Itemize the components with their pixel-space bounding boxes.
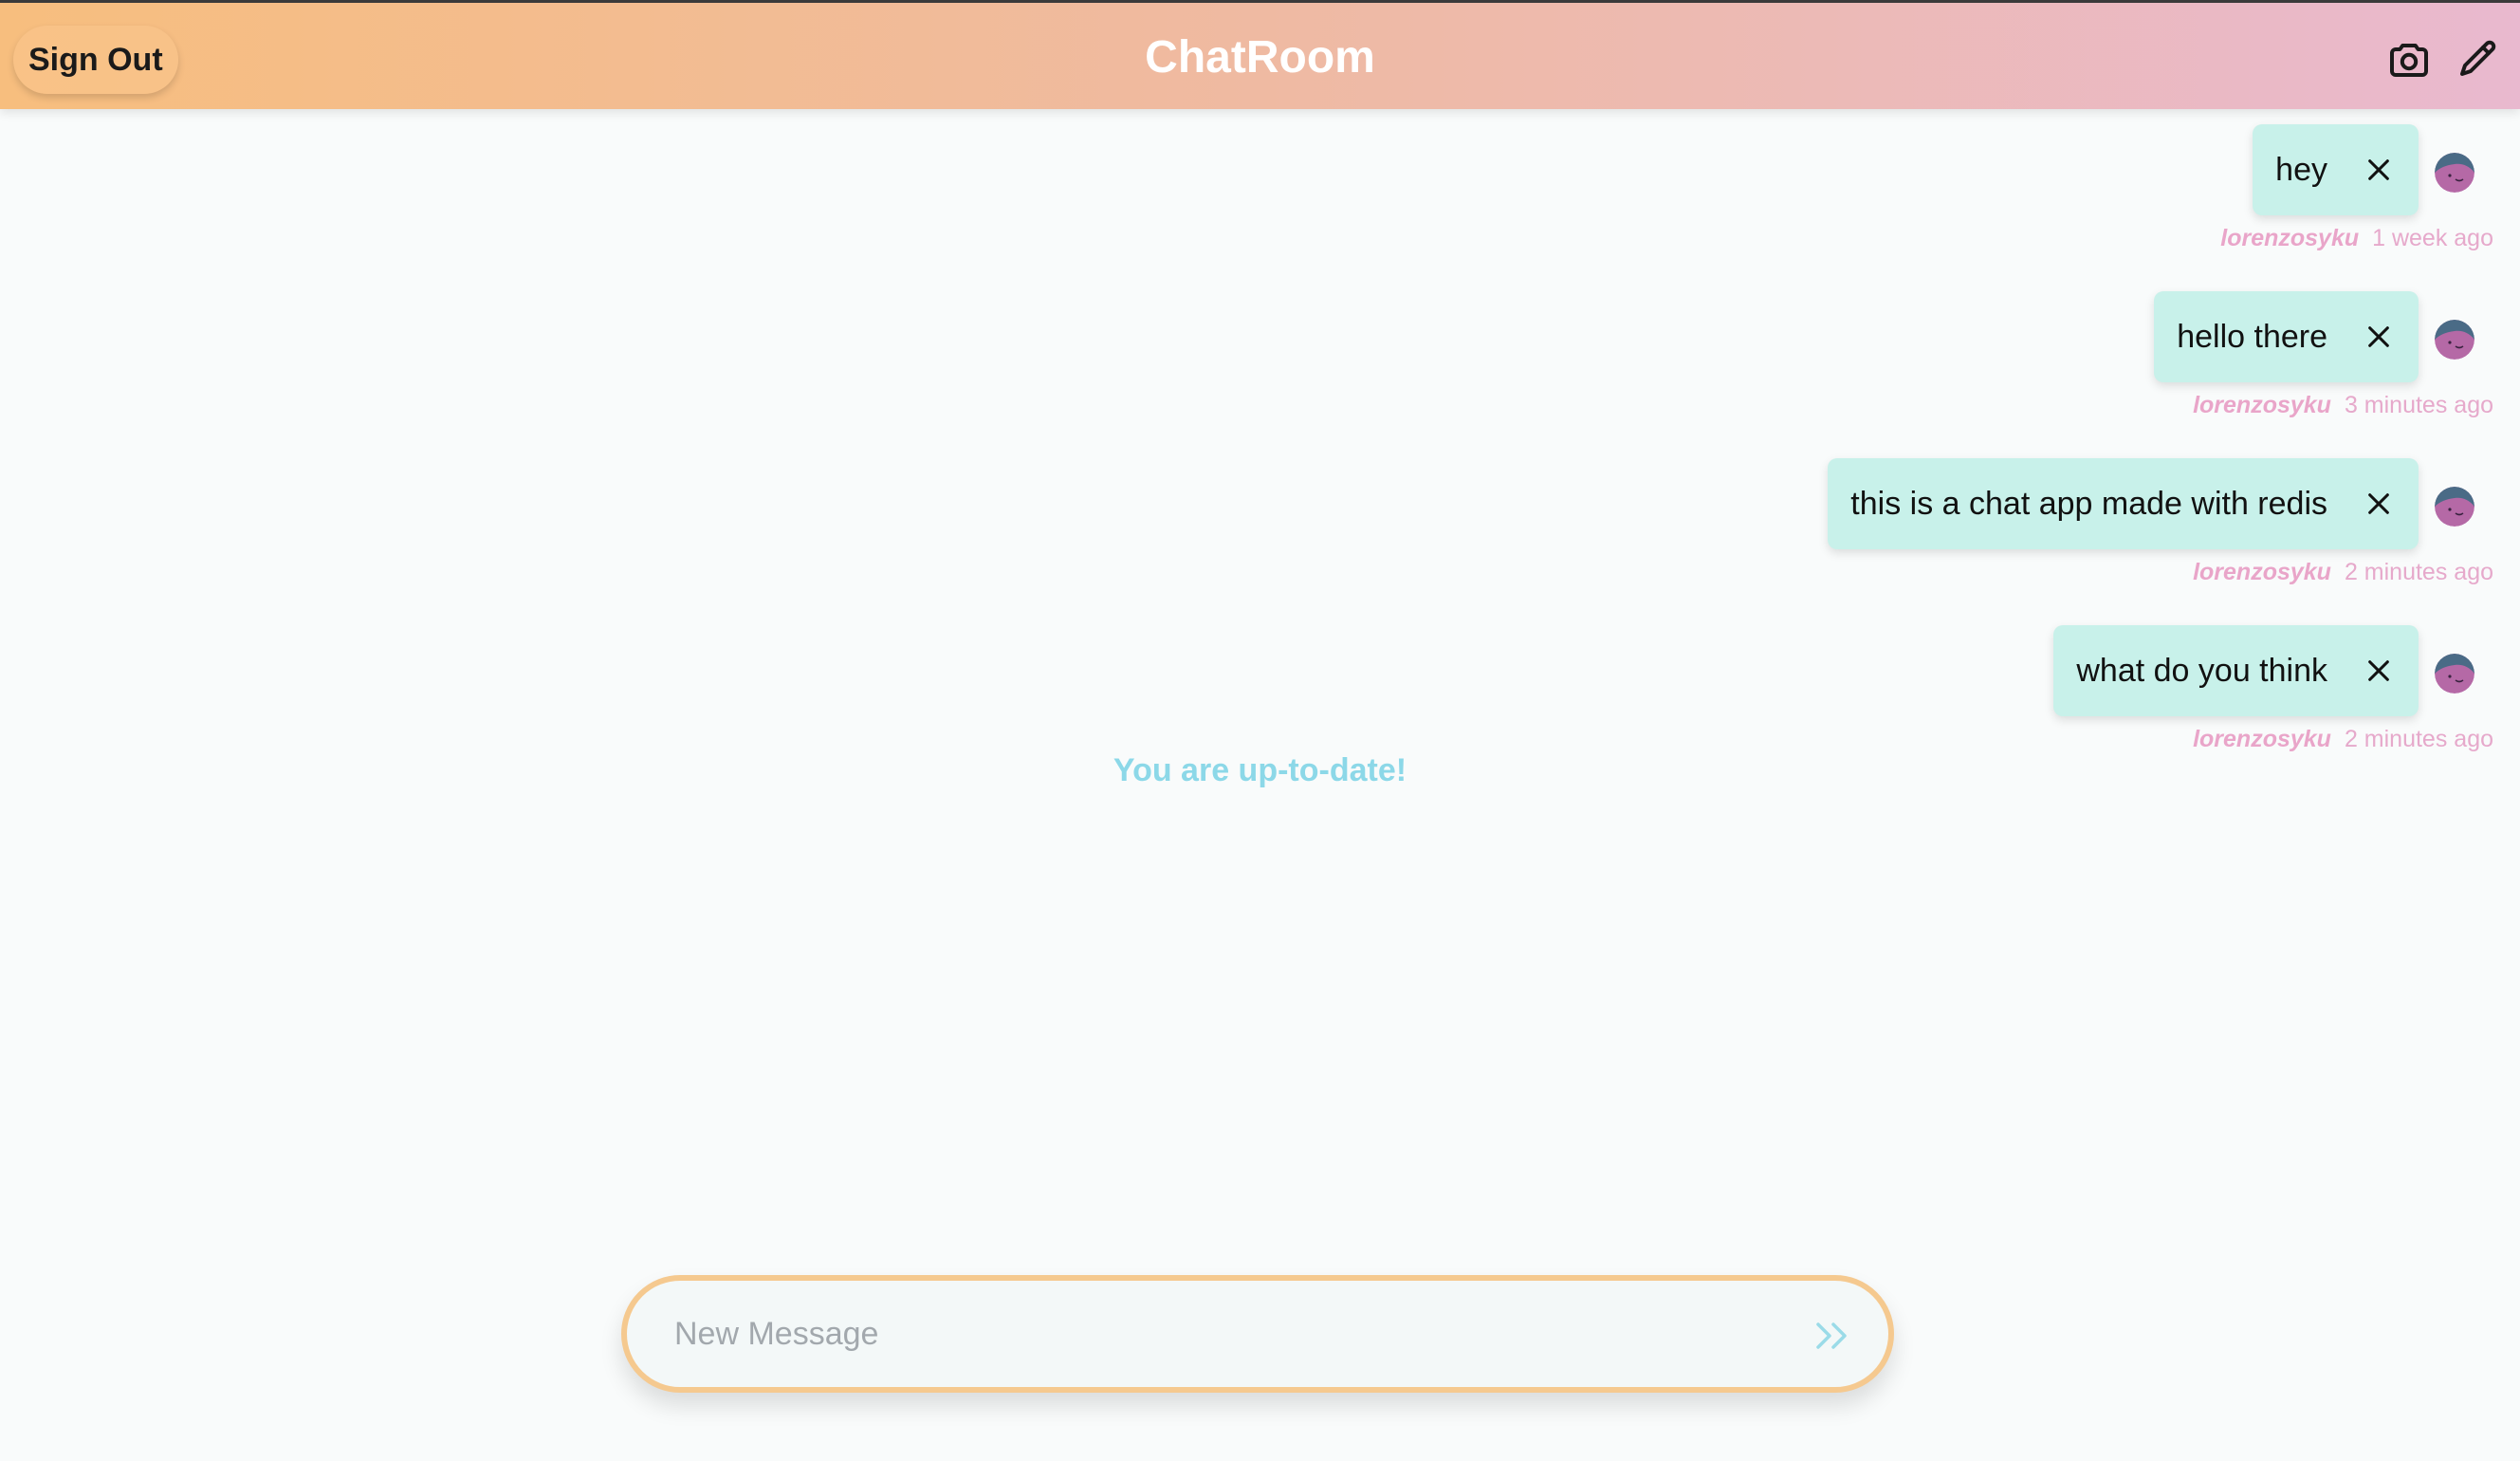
- message-bubble: what do you think: [2053, 625, 2419, 716]
- message-meta: lorenzosyku 3 minutes ago: [2193, 392, 2493, 419]
- message-username: lorenzosyku: [2193, 559, 2331, 585]
- message-timestamp: 1 week ago: [2372, 225, 2493, 251]
- message-item: this is a chat app made with redis loren…: [0, 443, 2520, 610]
- message-composer: [621, 1275, 1894, 1393]
- message-meta: lorenzosyku 2 minutes ago: [2193, 726, 2493, 753]
- delete-message-icon[interactable]: [2365, 657, 2392, 684]
- message-timestamp: 3 minutes ago: [2344, 392, 2493, 418]
- message-text: hello there: [2177, 318, 2327, 355]
- message-timestamp: 2 minutes ago: [2344, 726, 2493, 752]
- message-username: lorenzosyku: [2220, 225, 2360, 251]
- message-text: what do you think: [2076, 652, 2327, 689]
- send-icon[interactable]: [1812, 1319, 1854, 1353]
- message-username: lorenzosyku: [2193, 392, 2331, 418]
- new-message-input[interactable]: [674, 1305, 1718, 1362]
- message-item: hey lorenzosyku 1 week ago: [0, 109, 2520, 276]
- delete-message-icon[interactable]: [2365, 324, 2392, 350]
- camera-icon[interactable]: [2386, 37, 2432, 83]
- up-to-date-status: You are up-to-date!: [1113, 752, 1407, 788]
- message-text: hey: [2275, 151, 2327, 188]
- pencil-icon[interactable]: [2456, 37, 2501, 83]
- delete-message-icon[interactable]: [2365, 490, 2392, 517]
- message-bubble: this is a chat app made with redis: [1828, 458, 2419, 549]
- message-item: hello there lorenzosyku 3 minutes ago: [0, 276, 2520, 443]
- delete-message-icon[interactable]: [2365, 157, 2392, 183]
- message-meta: lorenzosyku 2 minutes ago: [2193, 559, 2493, 586]
- chatroom-app: Sign Out ChatRoom hey lorenzosyku 1 week…: [0, 0, 2520, 1461]
- avatar: [2435, 487, 2474, 527]
- message-username: lorenzosyku: [2193, 726, 2331, 752]
- avatar: [2435, 153, 2474, 193]
- message-timestamp: 2 minutes ago: [2344, 559, 2493, 585]
- app-header: Sign Out ChatRoom: [0, 0, 2520, 109]
- avatar: [2435, 654, 2474, 694]
- message-meta: lorenzosyku 1 week ago: [2220, 225, 2493, 252]
- message-bubble: hello there: [2154, 291, 2419, 382]
- avatar: [2435, 320, 2474, 360]
- message-bubble: hey: [2253, 124, 2419, 215]
- page-title: ChatRoom: [1145, 32, 1375, 83]
- message-text: this is a chat app made with redis: [1850, 485, 2327, 522]
